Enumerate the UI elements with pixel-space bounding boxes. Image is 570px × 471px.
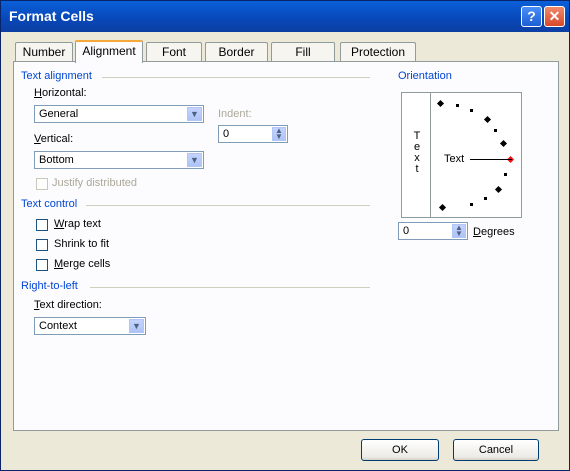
- merge-cells-checkbox[interactable]: [36, 259, 48, 271]
- vertical-text: T e x t: [412, 131, 422, 175]
- text-direction-value: Context: [39, 320, 77, 332]
- tab-alignment[interactable]: Alignment: [75, 40, 143, 63]
- dial-marker: [499, 139, 508, 148]
- section-divider: [102, 77, 370, 78]
- shrink-to-fit-label: Shrink to fit: [54, 238, 110, 250]
- format-cells-dialog: Format Cells ? ✕ Number Alignment Font B…: [0, 0, 570, 471]
- vertical-value: Bottom: [39, 154, 74, 166]
- dial-needle: [470, 159, 512, 160]
- vertical-text-toggle[interactable]: T e x t: [402, 93, 431, 217]
- wrap-text-checkbox[interactable]: [36, 219, 48, 231]
- cancel-button[interactable]: Cancel: [453, 439, 539, 461]
- chevron-down-icon[interactable]: ▼: [187, 107, 202, 121]
- dial-marker: [484, 197, 487, 200]
- vertical-label: Vertical:: [34, 133, 74, 145]
- ok-button[interactable]: OK: [361, 439, 439, 461]
- shrink-to-fit-checkbox[interactable]: [36, 239, 48, 251]
- tab-number[interactable]: Number: [15, 42, 73, 61]
- orientation-control[interactable]: T e x t Text: [401, 92, 522, 218]
- dial-marker: [504, 173, 507, 176]
- section-divider: [90, 287, 370, 288]
- indent-spinner[interactable]: 0 ▲ ▼: [218, 125, 288, 143]
- vertical-letter: t: [415, 163, 419, 175]
- dial-marker: [470, 109, 473, 112]
- chevron-down-icon[interactable]: ▼: [129, 319, 144, 333]
- close-icon: ✕: [548, 8, 561, 24]
- tab-font[interactable]: Font: [146, 42, 202, 61]
- text-direction-label: Text direction:: [34, 299, 102, 311]
- tab-protection[interactable]: Protection: [340, 42, 416, 61]
- dial-text: Text: [444, 153, 465, 165]
- dial-marker: [456, 104, 459, 107]
- tab-fill[interactable]: Fill: [271, 42, 335, 61]
- vertical-select[interactable]: Bottom ▼: [34, 151, 204, 169]
- degrees-spinner[interactable]: 0 ▲ ▼: [398, 222, 468, 240]
- justify-distributed-label: Justify distributed: [52, 177, 137, 189]
- orientation-dial[interactable]: Text: [430, 93, 521, 217]
- dial-marker: [436, 99, 445, 108]
- merge-cells-label: Merge cells: [54, 258, 111, 270]
- question-mark-icon: ?: [527, 8, 536, 24]
- spin-updown-icon[interactable]: ▲ ▼: [272, 127, 286, 141]
- close-button[interactable]: ✕: [544, 6, 565, 27]
- dial-marker: [483, 115, 492, 124]
- help-button[interactable]: ?: [521, 6, 542, 27]
- chevron-down-icon[interactable]: ▼: [187, 153, 202, 167]
- section-text-alignment: Text alignment: [21, 70, 92, 82]
- indent-label: Indent:: [218, 108, 252, 120]
- dialog-title: Format Cells: [9, 8, 94, 24]
- text-direction-select[interactable]: Context ▼: [34, 317, 146, 335]
- section-divider: [86, 205, 370, 206]
- wrap-text-label: Wrap text: [54, 218, 101, 230]
- indent-value: 0: [223, 128, 230, 140]
- alignment-panel: Text alignment Horizontal: General ▼ Ind…: [13, 61, 559, 431]
- section-right-to-left: Right-to-left: [21, 280, 78, 292]
- section-text-control: Text control: [21, 198, 78, 210]
- horizontal-label: Horizontal:: [34, 87, 87, 99]
- horizontal-select[interactable]: General ▼: [34, 105, 204, 123]
- degrees-label: Degrees: [473, 226, 515, 238]
- spin-updown-icon[interactable]: ▲ ▼: [452, 224, 466, 238]
- dial-marker: [470, 203, 473, 206]
- section-orientation: Orientation: [398, 70, 452, 82]
- tab-border[interactable]: Border: [205, 42, 268, 61]
- dial-marker: [494, 185, 503, 194]
- horizontal-value: General: [39, 108, 79, 120]
- dial-marker: [438, 203, 447, 212]
- justify-distributed-checkbox[interactable]: [36, 178, 48, 190]
- degrees-value: 0: [403, 225, 410, 237]
- dial-marker: [494, 129, 497, 132]
- title-bar[interactable]: Format Cells ? ✕: [1, 1, 569, 32]
